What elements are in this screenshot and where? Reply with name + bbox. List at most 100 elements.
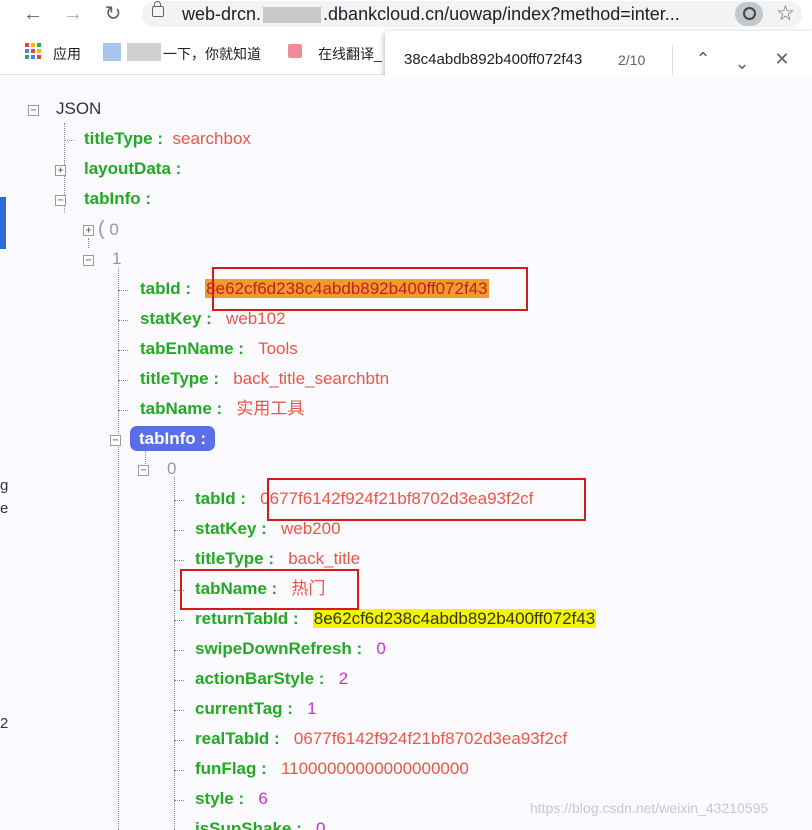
tree-guide [174,620,184,621]
json-key: layoutData : [84,159,182,178]
tree-guide [118,350,128,351]
array-index: 0 [109,220,119,239]
brace-glyph: ( [98,218,105,240]
tree-guide [118,380,128,381]
bookmark-favicon [288,44,302,58]
find-close-icon[interactable]: ✕ [770,47,794,71]
json-row: currentTag : 1 [195,698,317,720]
left-edge-text: 2 [0,715,9,732]
json-key: tabId : [140,279,191,298]
lens-search-icon[interactable] [735,2,763,26]
json-string-value: Tools [258,339,298,358]
json-string-value: 实用工具 [236,399,305,418]
array-index-row[interactable]: ( 0 [98,218,119,241]
json-row[interactable]: layoutData : [84,158,181,180]
watermark-text: https://blog.csdn.net/weixin_43210595 [530,800,769,816]
bookmark-apps[interactable]: 应用 [53,44,81,64]
json-row[interactable]: tabInfo : [84,188,151,210]
json-row: style : 6 [195,788,268,810]
tree-guide [118,267,119,830]
json-key: titleType : [195,549,275,568]
json-number-value: 6 [258,789,268,808]
find-match-count: 2/10 [618,52,646,68]
find-divider [672,45,673,77]
collapse-toggle-icon[interactable]: − [138,465,149,476]
forward-arrow-icon[interactable]: → [62,3,84,25]
json-string-value: 11000000000000000000 [280,759,469,778]
json-key: actionBarStyle : [195,669,325,688]
apps-grid-icon[interactable] [25,43,41,59]
json-key: tabInfo : [84,189,152,208]
bookmark-item-1[interactable]: 一下，你就知道 [163,44,261,64]
json-row: isSupShake : 0 [195,818,325,830]
address-bar: ← → ↻ web-drcn. .dbankcloud.cn/uowap/inde… [0,0,812,30]
tree-guide [174,800,184,801]
array-index-row[interactable]: 1 [112,248,121,270]
collapse-toggle-icon[interactable]: − [55,195,66,206]
url-text: web-drcn. .dbankcloud.cn/uowap/index?meth… [182,4,680,24]
back-arrow-icon[interactable]: ← [22,3,44,25]
tree-guide [118,410,128,411]
tree-guide [174,530,184,531]
left-edge-text: g [0,477,9,494]
bookmark-star-icon[interactable]: ☆ [776,1,795,26]
reload-icon[interactable]: ↻ [102,3,124,25]
tree-guide [118,290,128,291]
json-key-selected[interactable]: tabInfo : [130,426,216,451]
json-key: returnTabId : [195,609,299,628]
json-number-value: 1 [307,699,317,718]
json-row: titleType : back_title_searchbtn [140,368,389,390]
json-number-value: 0 [376,639,386,658]
json-string-value-match: 8e62cf6d238c4abdb892b400ff072f43 [312,609,597,628]
bookmark-item-2[interactable]: 在线翻译_ [318,44,382,64]
json-row: realTabId : 0677f6142f924f21bf8702d3ea93… [195,728,567,750]
tree-guide [88,238,89,248]
left-edge-window [0,197,6,249]
json-key: isSupShake : [195,819,302,830]
omnibox[interactable]: web-drcn. .dbankcloud.cn/uowap/index?meth… [142,1,802,27]
json-row-selected[interactable]: tabInfo : [130,426,216,451]
json-key: swipeDownRefresh : [195,639,363,658]
tree-guide [174,740,184,741]
find-next-chevron-down-icon[interactable]: ⌄ [730,51,754,75]
expand-toggle-icon[interactable]: + [55,165,66,176]
json-row: actionBarStyle : 2 [195,668,348,690]
json-key: titleType : [84,129,164,148]
json-key: tabName : [140,399,223,418]
array-index: 0 [167,459,177,478]
json-key: realTabId : [195,729,280,748]
json-string-value: web200 [280,519,341,538]
json-key: statKey : [195,519,267,538]
tree-guide [174,770,184,771]
tree-root-label: JSON [56,99,102,118]
tree-guide [174,560,184,561]
find-previous-chevron-up-icon[interactable]: ⌃ [691,47,715,71]
tree-guide [64,140,74,141]
collapse-toggle-icon[interactable]: − [83,255,94,266]
array-index-row[interactable]: 0 [167,458,176,480]
json-number-value: 2 [338,669,349,688]
tree-guide [118,320,128,321]
tree-guide [174,710,184,711]
annotation-box [267,478,586,521]
json-key: funFlag : [195,759,267,778]
tree-guide [174,650,184,651]
json-key: style : [195,789,245,808]
tree-guide [174,680,184,681]
json-string-value: web102 [225,309,286,328]
json-row: returnTabId : 8e62cf6d238c4abdb892b400ff… [195,608,597,630]
json-row: titleType : searchbox [84,128,251,150]
json-viewer-page: g e 2 − + − + − − − JSON titleType : sea… [0,75,812,830]
json-string-value: 0677f6142f924f21bf8702d3ea93f2cf [293,729,568,748]
find-input[interactable]: 38c4abdb892b400ff072f43 [404,51,582,68]
json-string-value: back_title [288,549,361,568]
annotation-box [212,267,528,311]
collapse-toggle-icon[interactable]: − [110,435,121,446]
collapse-toggle-icon[interactable]: − [28,105,39,116]
bookmark-favicon [103,43,121,61]
tree-guide [174,500,184,501]
json-row: funFlag : 11000000000000000000 [195,758,469,780]
json-string-value: back_title_searchbtn [233,369,390,388]
json-row: titleType : back_title [195,548,360,570]
expand-toggle-icon[interactable]: + [83,225,94,236]
